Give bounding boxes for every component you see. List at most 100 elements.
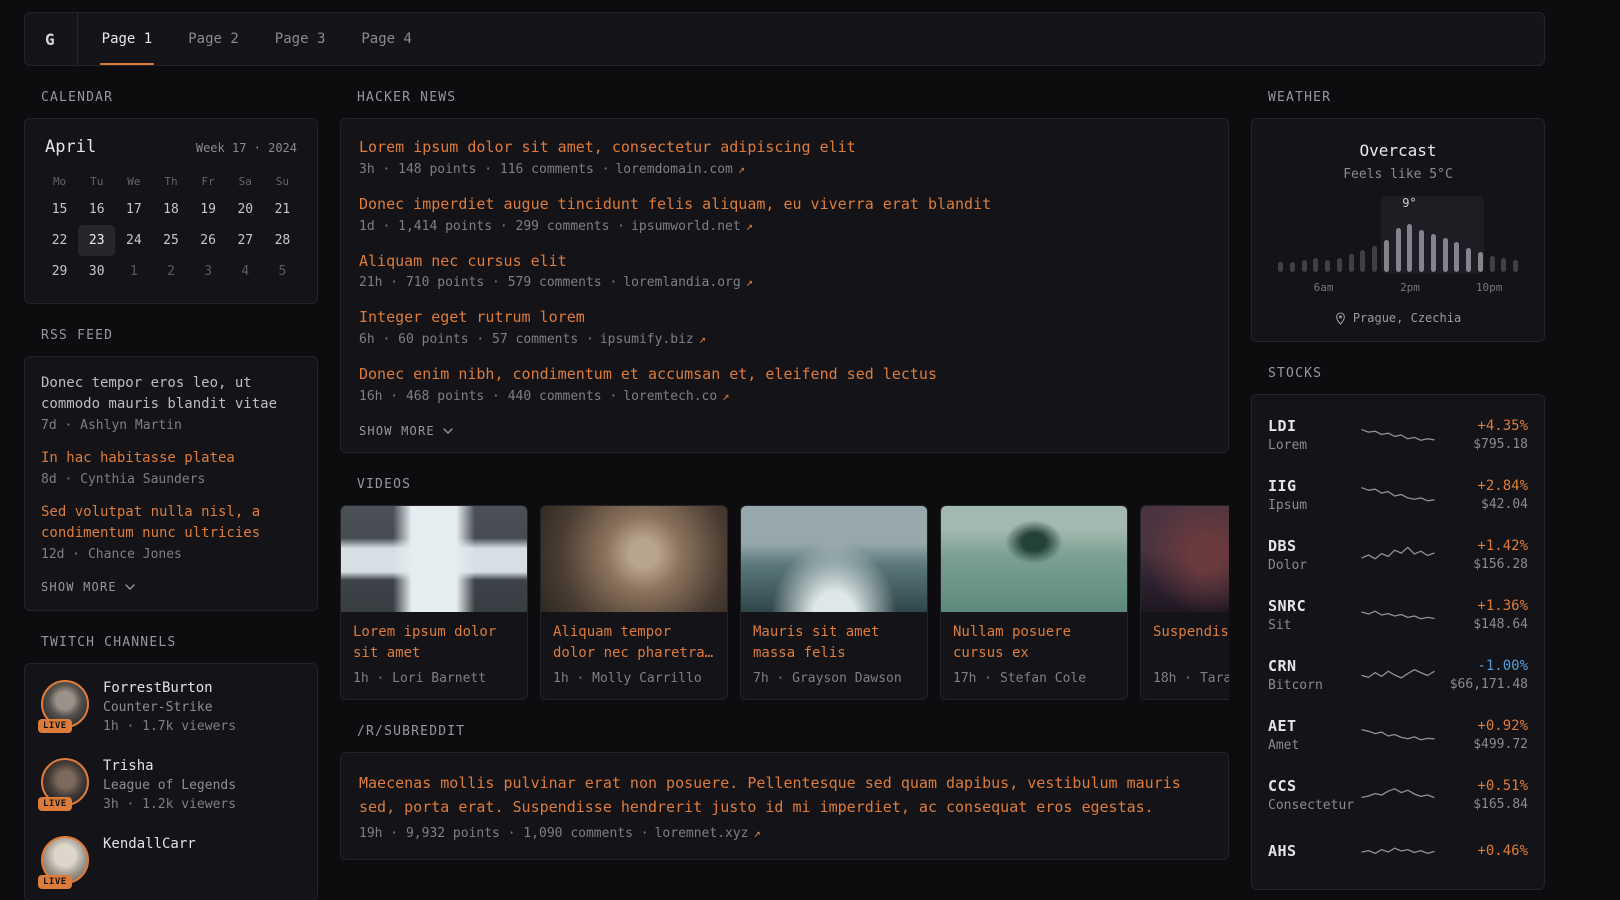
calendar-day[interactable]: 25 (152, 225, 189, 256)
video-thumbnail[interactable] (541, 506, 727, 612)
weather-bar (1501, 258, 1506, 272)
calendar-day[interactable]: 21 (264, 194, 301, 225)
stock-row[interactable]: CCSConsectetur +0.51%$165.84 (1268, 765, 1528, 825)
calendar-day[interactable]: 16 (78, 194, 115, 225)
hn-show-more-button[interactable]: SHOW MORE (359, 421, 453, 438)
hn-item-title[interactable]: Donec imperdiet augue tincidunt felis al… (359, 194, 1210, 216)
calendar-day[interactable]: 24 (115, 225, 152, 256)
hn-item-title[interactable]: Donec enim nibh, condimentum et accumsan… (359, 364, 1210, 386)
hn-item: Integer eget rutrum lorem 6h · 60 points… (359, 307, 1210, 347)
hn-item-domain-link[interactable]: ipsumify.biz↗ (600, 332, 706, 347)
rss-item: In hac habitasse platea 8d · Cynthia Sau… (41, 448, 301, 487)
calendar-day[interactable]: 30 (78, 256, 115, 287)
calendar-day-next-month[interactable]: 2 (152, 256, 189, 287)
stock-ticker[interactable]: LDI (1268, 417, 1356, 435)
calendar-day[interactable]: 18 (152, 194, 189, 225)
stock-ticker[interactable]: DBS (1268, 537, 1356, 555)
video-title[interactable]: Suspendisse diam (1141, 612, 1229, 664)
video-title[interactable]: Lorem ipsum dolor sit amet consectetu… (341, 612, 527, 664)
calendar-day-next-month[interactable]: 1 (115, 256, 152, 287)
video-card[interactable]: Lorem ipsum dolor sit amet consectetu… 1… (340, 505, 528, 700)
hn-item-domain-link[interactable]: ipsumworld.net↗ (631, 219, 753, 234)
location-pin-icon (1335, 312, 1346, 325)
rss-item-meta: 7d · Ashlyn Martin (41, 418, 301, 433)
rss-show-more-button[interactable]: SHOW MORE (41, 577, 135, 594)
twitch-channel[interactable]: LIVE ForrestBurton Counter-Strike 1h · 1… (41, 680, 301, 734)
video-thumbnail[interactable] (741, 506, 927, 612)
stock-ticker[interactable]: AHS (1268, 842, 1356, 860)
video-card[interactable]: Nullam posuere cursus ex 17h · Stefan Co… (940, 505, 1128, 700)
rss-item-title[interactable]: Sed volutpat nulla nisl, a condimentum n… (41, 502, 301, 544)
calendar-day[interactable]: 15 (41, 194, 78, 225)
weekday-label: Tu (78, 175, 115, 188)
rss-item: Donec tempor eros leo, ut commodo mauris… (41, 373, 301, 433)
calendar-day[interactable]: 20 (227, 194, 264, 225)
hn-item-domain-link[interactable]: loremtech.co↗ (623, 389, 729, 404)
calendar-day[interactable]: 22 (41, 225, 78, 256)
stock-change: +0.51% (1440, 778, 1528, 794)
stock-change: +0.46% (1440, 843, 1528, 859)
video-title[interactable]: Aliquam tempor dolor nec pharetra… (541, 612, 727, 664)
calendar-day-next-month[interactable]: 4 (227, 256, 264, 287)
channel-info: Trisha League of Legends 3h · 1.2k viewe… (103, 758, 236, 812)
subreddit-post-title[interactable]: Maecenas mollis pulvinar erat non posuer… (359, 771, 1210, 819)
stock-ticker[interactable]: IIG (1268, 477, 1356, 495)
stock-row[interactable]: AHS +0.46% (1268, 825, 1528, 879)
subreddit-post-meta: 19h · 9,932 points · 1,090 comments ·lor… (359, 826, 1210, 841)
stock-ticker[interactable]: AET (1268, 717, 1356, 735)
video-thumbnail[interactable] (1141, 506, 1229, 612)
channel-category[interactable]: Counter-Strike (103, 700, 236, 715)
hn-item-domain-link[interactable]: loremdomain.com↗ (615, 162, 745, 177)
app-logo[interactable]: G (45, 13, 78, 65)
weather-peak-temp: 9° (1402, 196, 1416, 210)
video-title[interactable]: Nullam posuere cursus ex (941, 612, 1127, 664)
calendar-day[interactable]: 19 (190, 194, 227, 225)
channel-name[interactable]: KendallCarr (103, 836, 196, 852)
tab-page-4[interactable]: Page 4 (361, 13, 412, 65)
video-card[interactable]: Suspendisse diam 18h · Tara (1140, 505, 1229, 700)
hn-item: Aliquam nec cursus elit 21h · 710 points… (359, 251, 1210, 291)
video-title[interactable]: Mauris sit amet massa felis (741, 612, 927, 664)
video-thumbnail[interactable] (341, 506, 527, 612)
calendar-day[interactable]: 17 (115, 194, 152, 225)
stock-row[interactable]: SNRCSit +1.36%$148.64 (1268, 585, 1528, 645)
subreddit-domain-link[interactable]: loremnet.xyz↗ (655, 826, 761, 841)
stock-ticker[interactable]: SNRC (1268, 597, 1356, 615)
stock-price: $42.04 (1440, 497, 1528, 512)
calendar-day[interactable]: 26 (190, 225, 227, 256)
twitch-channel[interactable]: LIVE Trisha League of Legends 3h · 1.2k … (41, 758, 301, 812)
calendar-day[interactable]: 27 (227, 225, 264, 256)
calendar-day[interactable]: 29 (41, 256, 78, 287)
video-meta: 18h · Tara (1141, 664, 1229, 699)
tab-page-3[interactable]: Page 3 (275, 13, 326, 65)
rss-item-title[interactable]: Donec tempor eros leo, ut commodo mauris… (41, 373, 301, 415)
stock-ticker[interactable]: CRN (1268, 657, 1356, 675)
hn-item-title[interactable]: Aliquam nec cursus elit (359, 251, 1210, 273)
stock-row[interactable]: LDILorem +4.35%$795.18 (1268, 405, 1528, 465)
channel-category[interactable]: League of Legends (103, 778, 236, 793)
hn-item-domain-link[interactable]: loremlandia.org↗ (623, 275, 753, 290)
video-card[interactable]: Aliquam tempor dolor nec pharetra… 1h · … (540, 505, 728, 700)
hn-item-title[interactable]: Lorem ipsum dolor sit amet, consectetur … (359, 137, 1210, 159)
channel-name[interactable]: ForrestBurton (103, 680, 236, 696)
video-card[interactable]: Mauris sit amet massa felis 7h · Grayson… (740, 505, 928, 700)
channel-name[interactable]: Trisha (103, 758, 236, 774)
stock-row[interactable]: AETAmet +0.92%$499.72 (1268, 705, 1528, 765)
live-badge: LIVE (38, 797, 72, 811)
twitch-channel[interactable]: LIVE KendallCarr (41, 836, 301, 884)
stock-row[interactable]: DBSDolor +1.42%$156.28 (1268, 525, 1528, 585)
stock-row[interactable]: IIGIpsum +2.84%$42.04 (1268, 465, 1528, 525)
tab-page-2[interactable]: Page 2 (188, 13, 239, 65)
video-thumbnail[interactable] (941, 506, 1127, 612)
rss-item-title[interactable]: In hac habitasse platea (41, 448, 301, 469)
stock-row[interactable]: CRNBitcorn -1.00%$66,171.48 (1268, 645, 1528, 705)
calendar-day[interactable]: 28 (264, 225, 301, 256)
weather-bars (1278, 216, 1518, 272)
tab-page-1[interactable]: Page 1 (102, 13, 153, 65)
calendar-day-next-month[interactable]: 3 (190, 256, 227, 287)
calendar-day-next-month[interactable]: 5 (264, 256, 301, 287)
calendar-day-today[interactable]: 23 (78, 225, 115, 256)
stock-ticker[interactable]: CCS (1268, 777, 1356, 795)
hn-item-title[interactable]: Integer eget rutrum lorem (359, 307, 1210, 329)
stock-price: $499.72 (1440, 737, 1528, 752)
